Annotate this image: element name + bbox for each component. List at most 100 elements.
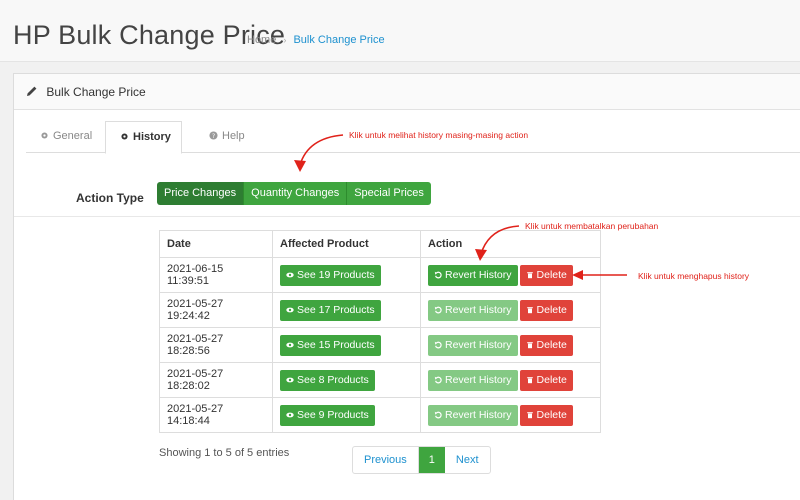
trash-icon <box>526 306 533 313</box>
revert-history-button[interactable]: Revert History <box>428 334 518 356</box>
delete-button[interactable]: Delete <box>519 334 573 356</box>
revert-history-button[interactable]: Revert History <box>428 404 518 426</box>
annotation-history-tab: Klik untuk melihat history masing-masing… <box>349 130 529 140</box>
revert-icon <box>434 271 442 278</box>
gear-icon <box>121 133 128 140</box>
pagination-next[interactable]: Next <box>445 447 490 473</box>
panel-heading-title: Bulk Change Price <box>46 85 146 99</box>
see-products-label: See 19 Products <box>297 268 375 281</box>
row-date: 2021-06-15 11:39:51 <box>159 257 273 293</box>
row-date: 2021-05-27 14:18:44 <box>159 397 273 433</box>
revert-history-button[interactable]: Revert History <box>428 369 518 391</box>
row-action-cell: Revert History Delete <box>420 257 601 293</box>
revert-history-label: Revert History <box>445 303 512 316</box>
see-products-button[interactable]: See 9 Products <box>280 404 375 426</box>
gear-icon <box>41 132 48 139</box>
row-affected-cell: See 17 Products <box>272 292 421 328</box>
question-circle-icon: ? <box>209 131 218 140</box>
svg-text:?: ? <box>212 133 215 140</box>
annotation-revert: Klik untuk membatalkan perubahan <box>525 221 659 231</box>
revert-history-label: Revert History <box>445 268 512 281</box>
table-row: 2021-05-27 14:18:44 See 9 Products Rever… <box>159 397 601 433</box>
see-products-button[interactable]: See 19 Products <box>280 264 381 286</box>
pagination-page-1[interactable]: 1 <box>418 447 445 473</box>
see-products-button[interactable]: See 15 Products <box>280 334 381 356</box>
see-products-label: See 8 Products <box>297 373 369 386</box>
pagination-previous[interactable]: Previous <box>353 447 419 473</box>
trash-icon <box>526 411 533 418</box>
revert-history-label: Revert History <box>445 408 512 421</box>
table-row: 2021-06-15 11:39:51 See 19 Products Reve… <box>159 257 601 293</box>
delete-button[interactable]: Delete <box>519 369 573 391</box>
tab-help-label: Help <box>222 130 245 142</box>
column-header-date: Date <box>159 230 273 258</box>
revert-icon <box>434 411 442 418</box>
row-action-cell: Revert History Delete <box>420 362 601 398</box>
row-action-cell: Revert History Delete <box>420 397 601 433</box>
trash-icon <box>526 271 533 278</box>
tab-general[interactable]: General <box>40 121 92 153</box>
tab-history[interactable]: History <box>105 121 182 154</box>
annotation-delete: Klik untuk menghapus history <box>638 271 750 281</box>
table-row: 2021-05-27 19:24:42 See 17 Products Reve… <box>159 292 601 328</box>
eye-icon <box>286 342 294 347</box>
row-action-cell: Revert History Delete <box>420 292 601 328</box>
action-type-quantity-changes[interactable]: Quantity Changes <box>244 182 348 205</box>
table-row: 2021-05-27 18:28:56 See 15 Products Reve… <box>159 327 601 363</box>
breadcrumb: Home › Bulk Change Price <box>247 34 385 46</box>
trash-icon <box>526 376 533 383</box>
revert-icon <box>434 341 442 348</box>
revert-icon <box>434 376 442 383</box>
breadcrumb-current[interactable]: Bulk Change Price <box>293 34 384 46</box>
pencil-icon <box>27 86 37 96</box>
section-divider <box>14 216 800 217</box>
action-type-label: Action Type <box>76 191 144 205</box>
delete-label: Delete <box>536 338 567 351</box>
entries-info: Showing 1 to 5 of 5 entries <box>159 447 290 459</box>
action-type-special-prices[interactable]: Special Prices <box>347 182 431 205</box>
revert-history-button[interactable]: Revert History <box>428 264 518 286</box>
breadcrumb-separator: › <box>283 35 287 45</box>
row-date: 2021-05-27 18:28:56 <box>159 327 273 363</box>
delete-label: Delete <box>536 373 567 386</box>
tab-help[interactable]: ? Help <box>209 121 245 153</box>
row-affected-cell: See 19 Products <box>272 257 421 293</box>
see-products-label: See 9 Products <box>297 408 369 421</box>
breadcrumb-home[interactable]: Home <box>247 34 276 46</box>
eye-icon <box>286 377 294 382</box>
history-table: Date Affected Product Action 2021-06-15 … <box>159 230 601 433</box>
delete-label: Delete <box>536 268 567 281</box>
table-header-row: Date Affected Product Action <box>159 230 601 258</box>
pagination: Previous 1 Next <box>352 446 491 474</box>
revert-history-label: Revert History <box>445 373 512 386</box>
column-header-action: Action <box>420 230 601 258</box>
eye-icon <box>286 412 294 417</box>
eye-icon <box>286 307 294 312</box>
row-date: 2021-05-27 19:24:42 <box>159 292 273 328</box>
table-row: 2021-05-27 18:28:02 See 8 Products Rever… <box>159 362 601 398</box>
page-header: HP Bulk Change Price Home › Bulk Change … <box>0 0 800 62</box>
eye-icon <box>286 272 294 277</box>
see-products-label: See 15 Products <box>297 338 375 351</box>
delete-button[interactable]: Delete <box>519 299 573 321</box>
panel-heading: Bulk Change Price <box>14 74 800 110</box>
trash-icon <box>526 341 533 348</box>
column-header-affected-product: Affected Product <box>272 230 421 258</box>
revert-history-button[interactable]: Revert History <box>428 299 518 321</box>
row-affected-cell: See 9 Products <box>272 397 421 433</box>
action-type-selector: Price Changes Quantity Changes Special P… <box>157 182 431 205</box>
row-date: 2021-05-27 18:28:02 <box>159 362 273 398</box>
revert-icon <box>434 306 442 313</box>
revert-history-label: Revert History <box>445 338 512 351</box>
tab-general-label: General <box>53 130 93 142</box>
delete-label: Delete <box>536 303 567 316</box>
delete-button[interactable]: Delete <box>519 264 573 286</box>
row-action-cell: Revert History Delete <box>420 327 601 363</box>
delete-button[interactable]: Delete <box>519 404 573 426</box>
tab-history-label: History <box>133 131 171 143</box>
see-products-button[interactable]: See 8 Products <box>280 369 375 391</box>
action-type-price-changes[interactable]: Price Changes <box>157 182 245 205</box>
page-title: HP Bulk Change Price <box>13 20 286 50</box>
delete-label: Delete <box>536 408 567 421</box>
see-products-button[interactable]: See 17 Products <box>280 299 381 321</box>
